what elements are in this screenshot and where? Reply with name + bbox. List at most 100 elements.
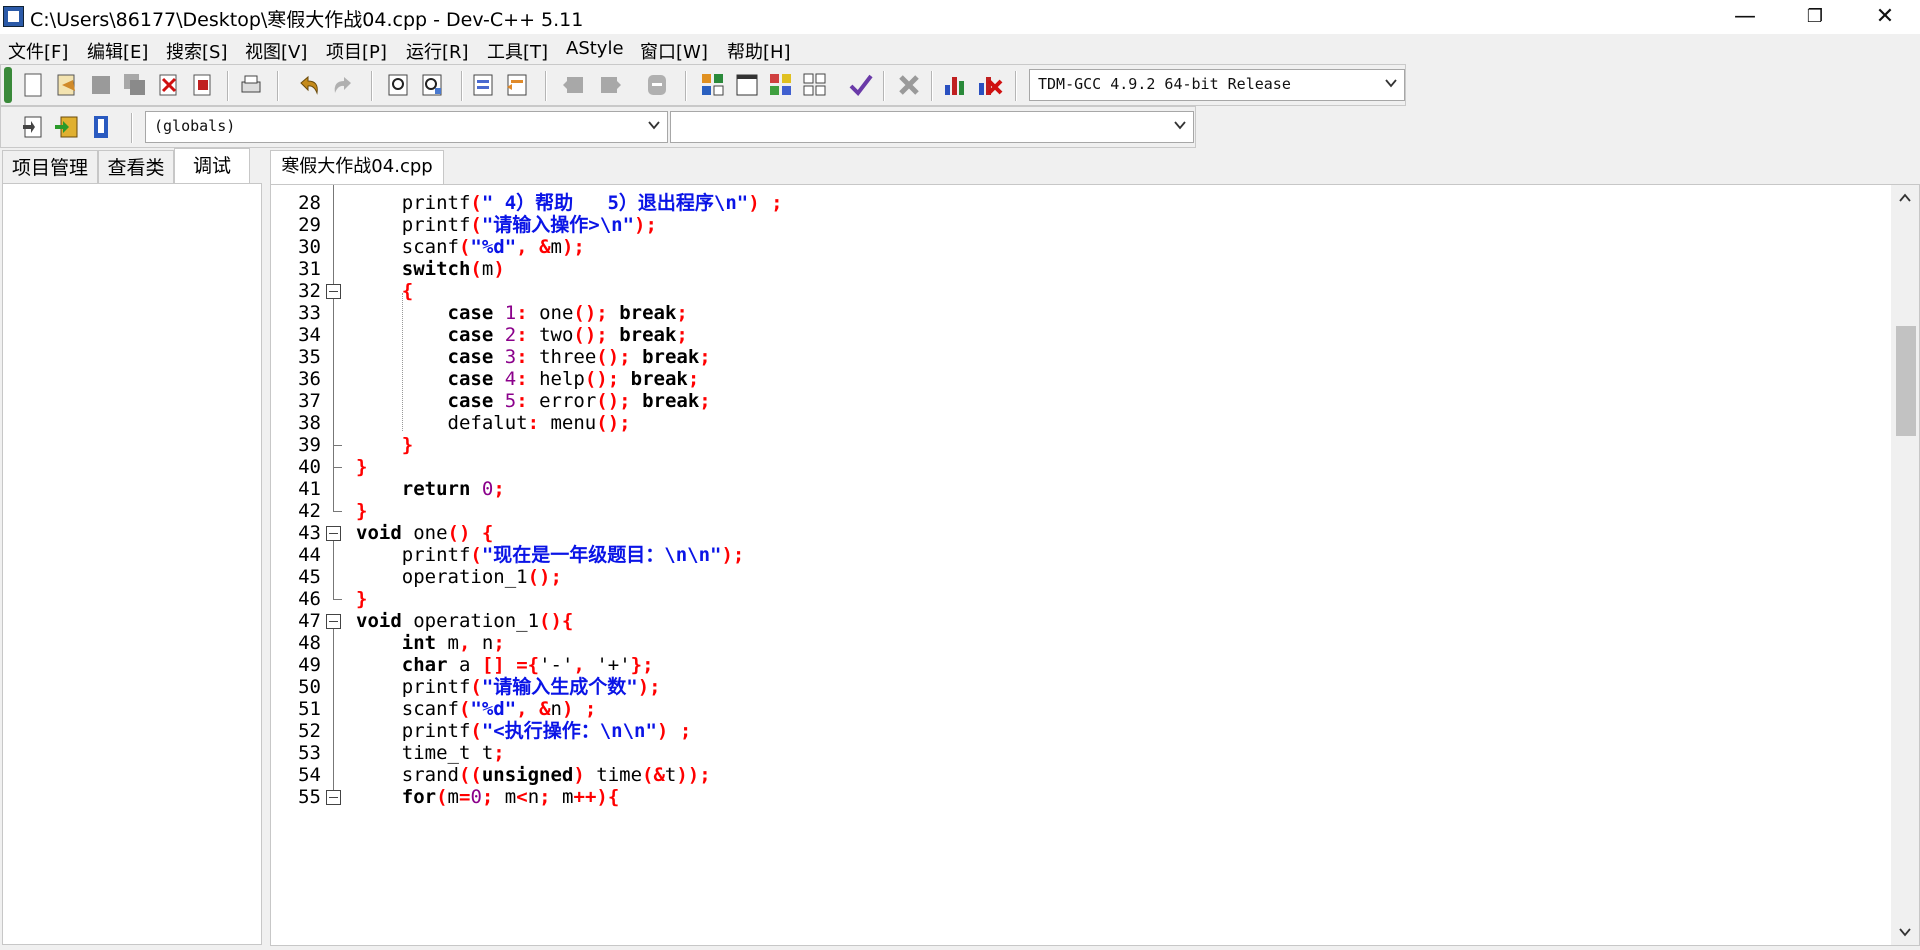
code-editor[interactable]: 28 29 30 31 32 33 34 35 36 37 38 39 40 41 42 43 44 45 46 47… [270,184,1920,946]
code-token: operation_1 [356,566,528,588]
code-token: m [481,258,494,280]
code-token: ( [470,214,482,236]
compiler-select[interactable]: TDM-GCC 4.9.2 64-bit Release [1029,69,1405,101]
code-token: ( [470,676,482,698]
code-token: & [539,236,551,258]
code-token: "<执行操作：\n\n" [481,720,657,742]
find-icon[interactable] [385,71,413,99]
save-all-icon[interactable] [121,71,149,99]
code-token: < [516,786,528,808]
code-token: ( [436,786,448,808]
code-token: one [401,522,448,544]
new-file-icon[interactable] [19,71,47,99]
restore-button[interactable]: ❐ [1780,0,1850,34]
menu-help[interactable]: 帮助[H] [727,38,791,64]
scroll-up-icon[interactable] [1898,191,1912,205]
menu-project[interactable]: 项目[P] [326,38,387,64]
window-layout-icon[interactable] [733,71,761,99]
fold-toggle-icon[interactable] [326,284,341,299]
menu-edit[interactable]: 编辑[E] [87,38,148,64]
close-file-icon[interactable] [155,71,183,99]
tab-debug[interactable]: 调试 [174,148,250,184]
unindent-icon[interactable] [503,71,531,99]
window-title: C:\Users\86177\Desktop\寒假大作战04.cpp - Dev… [30,9,584,31]
code-token: ); [637,676,661,698]
code-token: , [516,698,528,720]
layout-grid-icon[interactable] [699,71,727,99]
code-line[interactable]: operation_1(); [356,564,562,591]
print-icon[interactable] [237,71,265,99]
code-token: ) [748,192,760,214]
code-token: , [573,654,585,676]
member-select[interactable] [670,111,1194,143]
cascade-icon[interactable] [801,71,829,99]
minimize-button[interactable]: — [1710,0,1780,34]
editor-file-tab[interactable]: 寒假大作战04.cpp [270,150,444,184]
code-token: unsigned [481,764,574,786]
next-bookmark-icon[interactable] [595,71,623,99]
scope-select[interactable]: (globals) [145,111,668,143]
stop-execution-icon[interactable] [895,71,923,99]
undo-icon[interactable] [295,71,323,99]
replace-icon[interactable] [419,71,447,99]
vertical-scrollbar[interactable] [1891,185,1919,945]
prev-bookmark-icon[interactable] [561,71,589,99]
menu-run[interactable]: 运行[R] [406,38,469,64]
scrollbar-thumb[interactable] [1896,326,1916,436]
redo-icon[interactable] [329,71,357,99]
menu-view[interactable]: 视图[V] [245,38,307,64]
menu-window[interactable]: 窗口[W] [640,38,708,64]
code-token: (); [527,566,562,588]
menu-search[interactable]: 搜索[S] [166,38,227,64]
line-number: 55 [298,786,321,808]
tiles-icon[interactable] [767,71,795,99]
open-file-icon[interactable] [53,71,81,99]
menu-tools[interactable]: 工具[T] [487,38,548,64]
chevron-down-icon [648,121,660,130]
tab-project-manager[interactable]: 项目管理 [2,150,98,184]
save-icon[interactable] [87,71,115,99]
close-button[interactable]: ✕ [1850,0,1920,34]
goto-line-icon[interactable] [643,71,671,99]
profile-chart-icon[interactable] [941,71,969,99]
class-bookmark-icon[interactable] [87,113,115,141]
tab-class-browser[interactable]: 查看类 [98,150,174,184]
delete-profile-icon[interactable] [975,71,1003,99]
fold-end-marker [333,511,342,512]
code-token: (); [584,368,620,390]
code-token: } [356,500,368,522]
code-token: return [401,478,471,500]
fold-toggle-icon[interactable] [326,790,341,805]
add-to-project-icon[interactable] [53,113,81,141]
menu-astyle[interactable]: AStyle [566,38,624,59]
code-token: ; [687,368,700,390]
fold-toggle-icon[interactable] [326,614,341,629]
compile-check-icon[interactable] [847,71,875,99]
code-token: operation_1 [401,610,540,632]
code-token: ; [493,478,505,500]
code-line[interactable]: for(m=0; m<n; m++){ [356,784,620,811]
scroll-down-icon[interactable] [1898,925,1912,939]
code-token: } [356,588,368,610]
fold-end-marker [333,445,342,446]
close-all-icon[interactable] [189,71,217,99]
code-token: char [401,654,448,676]
fold-toggle-icon[interactable] [326,526,341,541]
menu-file[interactable]: 文件[F] [8,38,68,64]
insert-code-icon[interactable] [19,113,47,141]
code-token: ) [493,258,505,280]
code-token: m [550,236,562,258]
code-line[interactable]: return 0; [356,476,505,503]
code-token: menu [539,412,597,434]
left-panel-tabs: 项目管理 查看类 调试 [0,148,262,184]
indent-icon[interactable] [469,71,497,99]
code-token: 4 [504,368,517,390]
